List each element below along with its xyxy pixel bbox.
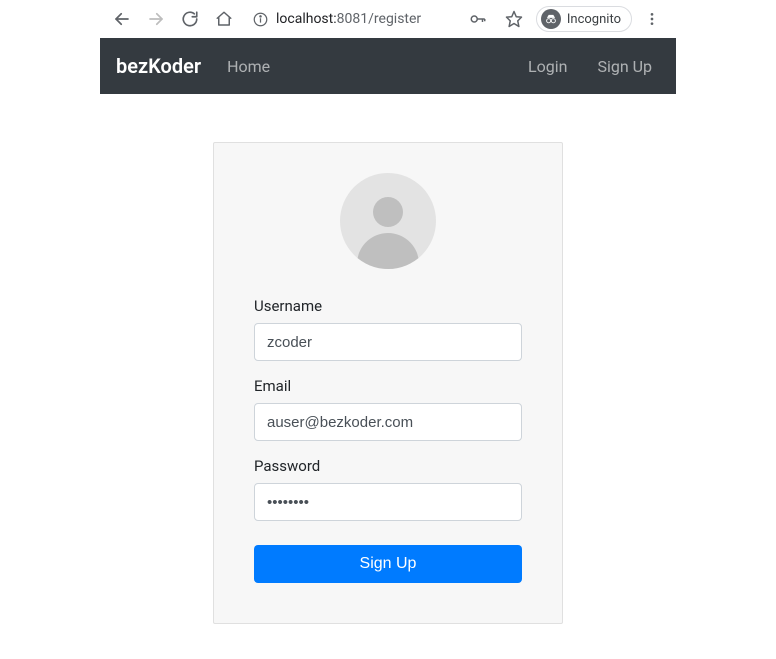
username-input[interactable] bbox=[254, 323, 522, 361]
username-group: Username bbox=[254, 297, 522, 361]
register-card: Username Email Password Sign Up bbox=[213, 142, 563, 624]
url-text: localhost:8081/register bbox=[276, 11, 421, 27]
reload-icon[interactable] bbox=[176, 5, 204, 33]
password-label: Password bbox=[254, 457, 522, 475]
incognito-label: Incognito bbox=[567, 12, 621, 27]
bookmark-star-icon[interactable] bbox=[500, 5, 528, 33]
browser-menu-icon[interactable] bbox=[640, 11, 664, 27]
nav-link-signup[interactable]: Sign Up bbox=[589, 49, 660, 84]
email-input[interactable] bbox=[254, 403, 522, 441]
nav-link-login[interactable]: Login bbox=[520, 49, 575, 84]
incognito-indicator[interactable]: Incognito bbox=[536, 6, 632, 32]
page-content: Username Email Password Sign Up bbox=[0, 94, 776, 624]
avatar-container bbox=[254, 173, 522, 269]
brand-logo[interactable]: bezKoder bbox=[116, 54, 201, 78]
email-label: Email bbox=[254, 377, 522, 395]
browser-toolbar: localhost:8081/register Incognito bbox=[100, 0, 676, 38]
username-label: Username bbox=[254, 297, 522, 315]
password-group: Password bbox=[254, 457, 522, 521]
home-icon[interactable] bbox=[210, 5, 238, 33]
site-info-icon[interactable] bbox=[252, 11, 268, 27]
address-bar[interactable]: localhost:8081/register bbox=[244, 5, 458, 33]
signup-button[interactable]: Sign Up bbox=[254, 545, 522, 583]
back-icon[interactable] bbox=[108, 5, 136, 33]
app-navbar: bezKoder Home Login Sign Up bbox=[100, 38, 676, 94]
email-group: Email bbox=[254, 377, 522, 441]
password-input[interactable] bbox=[254, 483, 522, 521]
key-icon[interactable] bbox=[464, 5, 492, 33]
avatar-placeholder-icon bbox=[340, 173, 436, 269]
incognito-icon bbox=[541, 9, 561, 29]
nav-link-home[interactable]: Home bbox=[219, 49, 278, 84]
forward-icon[interactable] bbox=[142, 5, 170, 33]
